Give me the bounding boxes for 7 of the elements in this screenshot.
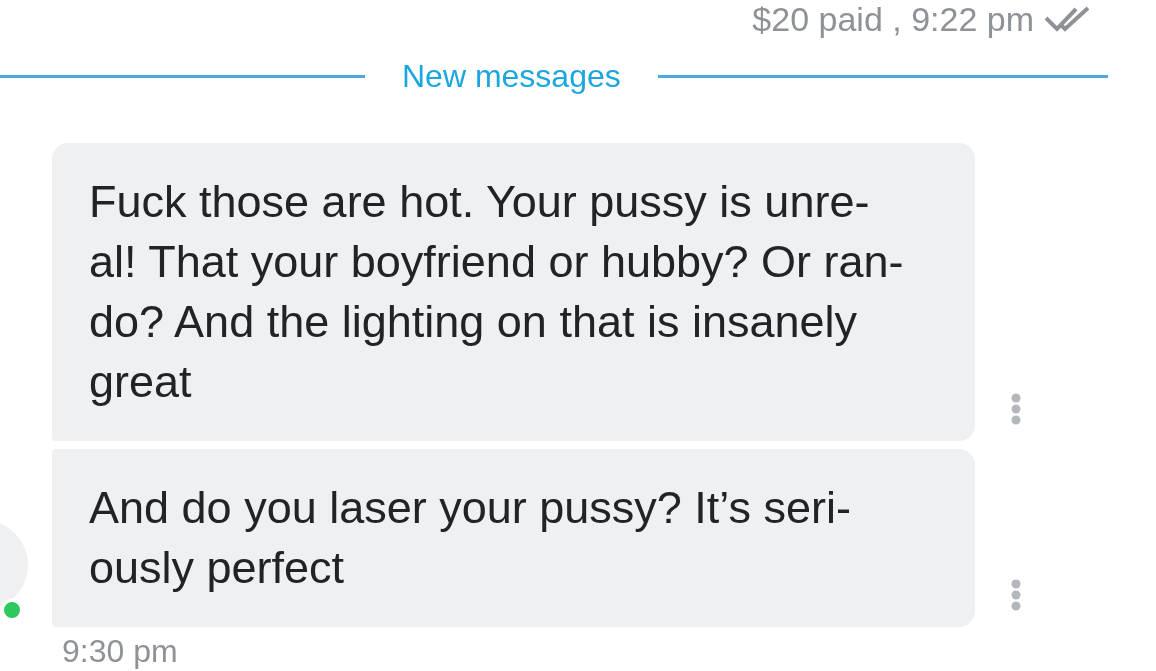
message-text: Fuck those are hot. Your pussy is unre- al! That your boyfriend or hubby? Or ran- do? And the lighting on that is insanely great [89, 175, 905, 409]
more-icon[interactable] [1011, 579, 1021, 611]
payment-status-text: $20 paid , 9:22 pm [752, 0, 1034, 38]
more-icon[interactable] [1011, 393, 1021, 425]
new-messages-label: New messages [402, 57, 621, 95]
message-time: 9:30 pm [62, 633, 178, 669]
message-text: And do you laser your pussy? It’s seri- ously perfect [89, 481, 853, 595]
